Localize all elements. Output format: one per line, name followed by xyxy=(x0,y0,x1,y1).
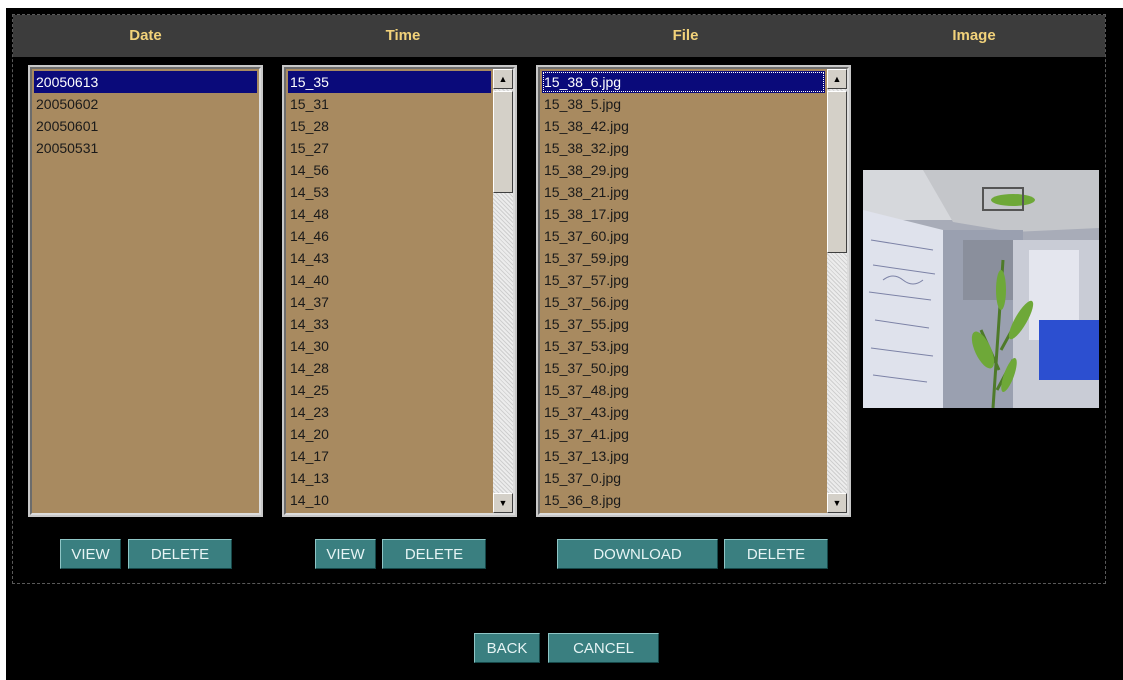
date-column-header: Date xyxy=(129,27,162,44)
camera-snapshot-image xyxy=(863,170,1099,408)
time-view-button[interactable]: VIEW xyxy=(315,539,376,569)
back-button[interactable]: BACK xyxy=(474,633,540,663)
list-item[interactable]: 14_25 xyxy=(288,379,491,401)
list-item[interactable]: 14_56 xyxy=(288,159,491,181)
file-scrollbar[interactable]: ▲ ▼ xyxy=(827,69,847,513)
image-preview xyxy=(863,170,1099,408)
date-list: 20050613 20050602 20050601 20050531 xyxy=(34,71,257,513)
list-item[interactable]: 14_13 xyxy=(288,467,491,489)
list-item[interactable]: 15_37_53.jpg xyxy=(542,335,825,357)
file-listbox[interactable]: 15_38_6.jpg 15_38_5.jpg 15_38_42.jpg 15_38_… xyxy=(536,65,851,517)
list-item[interactable]: 14_53 xyxy=(288,181,491,203)
list-item[interactable]: 15_37_59.jpg xyxy=(542,247,825,269)
list-item[interactable]: 15_37_55.jpg xyxy=(542,313,825,335)
list-item[interactable]: 15_37_56.jpg xyxy=(542,291,825,313)
scroll-up-arrow-icon[interactable]: ▲ xyxy=(493,69,513,89)
list-item[interactable]: 15_38_5.jpg xyxy=(542,93,825,115)
list-item[interactable]: 14_23 xyxy=(288,401,491,423)
list-item[interactable]: 15_38_21.jpg xyxy=(542,181,825,203)
list-item[interactable]: 14_10 xyxy=(288,489,491,511)
list-item[interactable]: 15_37_43.jpg xyxy=(542,401,825,423)
date-view-button[interactable]: VIEW xyxy=(60,539,121,569)
list-item[interactable]: 15_38_42.jpg xyxy=(542,115,825,137)
list-item[interactable]: 14_33 xyxy=(288,313,491,335)
scroll-thumb[interactable] xyxy=(493,91,513,193)
list-item[interactable]: 15_37_48.jpg xyxy=(542,379,825,401)
scroll-down-arrow-icon[interactable]: ▼ xyxy=(827,493,847,513)
file-delete-button[interactable]: DELETE xyxy=(724,539,828,569)
list-item[interactable]: 14_37 xyxy=(288,291,491,313)
list-item[interactable]: 15_37_41.jpg xyxy=(542,423,825,445)
list-item[interactable]: 14_28 xyxy=(288,357,491,379)
time-listbox[interactable]: 15_35 15_31 15_28 15_27 14_56 14_53 14_48 14_46… xyxy=(282,65,517,517)
list-item[interactable]: 15_37_57.jpg xyxy=(542,269,825,291)
list-item[interactable]: 15_37_50.jpg xyxy=(542,357,825,379)
list-item[interactable]: 15_37_0.jpg xyxy=(542,467,825,489)
list-item[interactable]: 14_40 xyxy=(288,269,491,291)
list-item[interactable]: 15_28 xyxy=(288,115,491,137)
list-item[interactable]: 15_37_13.jpg xyxy=(542,445,825,467)
list-item[interactable]: 14_17 xyxy=(288,445,491,467)
list-item[interactable]: 14_20 xyxy=(288,423,491,445)
time-scrollbar[interactable]: ▲ ▼ xyxy=(493,69,513,513)
scroll-up-arrow-icon[interactable]: ▲ xyxy=(827,69,847,89)
file-list: 15_38_6.jpg 15_38_5.jpg 15_38_42.jpg 15_38_… xyxy=(542,71,825,513)
list-item[interactable]: 14_43 xyxy=(288,247,491,269)
list-item[interactable]: 14_48 xyxy=(288,203,491,225)
date-delete-button[interactable]: DELETE xyxy=(128,539,232,569)
scroll-down-arrow-icon[interactable]: ▼ xyxy=(493,493,513,513)
list-item[interactable]: 15_38_29.jpg xyxy=(542,159,825,181)
list-item[interactable]: 15_38_6.jpg xyxy=(542,71,825,93)
list-item[interactable]: 14_30 xyxy=(288,335,491,357)
list-item[interactable]: 14_46 xyxy=(288,225,491,247)
list-item[interactable]: 15_31 xyxy=(288,93,491,115)
time-column-header: Time xyxy=(385,27,421,44)
download-button[interactable]: DOWNLOAD xyxy=(557,539,718,569)
file-column-header: File xyxy=(672,27,699,44)
cancel-button[interactable]: CANCEL xyxy=(548,633,659,663)
list-item[interactable]: 15_38_17.jpg xyxy=(542,203,825,225)
time-list: 15_35 15_31 15_28 15_27 14_56 14_53 14_48 14_46… xyxy=(288,71,491,513)
time-delete-button[interactable]: DELETE xyxy=(382,539,486,569)
list-item[interactable]: 15_27 xyxy=(288,137,491,159)
list-item[interactable]: 20050602 xyxy=(34,93,257,115)
column-header-bar: Date Time File Image xyxy=(13,15,1105,57)
list-item[interactable]: 20050531 xyxy=(34,137,257,159)
list-item[interactable]: 15_36_8.jpg xyxy=(542,489,825,511)
list-item[interactable]: 20050613 xyxy=(34,71,257,93)
list-item[interactable]: 15_38_32.jpg xyxy=(542,137,825,159)
image-column-header: Image xyxy=(952,27,996,44)
scroll-thumb[interactable] xyxy=(827,91,847,253)
list-item[interactable]: 15_35 xyxy=(288,71,491,93)
list-item[interactable]: 20050601 xyxy=(34,115,257,137)
date-listbox[interactable]: 20050613 20050602 20050601 20050531 xyxy=(28,65,263,517)
list-item[interactable]: 15_37_60.jpg xyxy=(542,225,825,247)
